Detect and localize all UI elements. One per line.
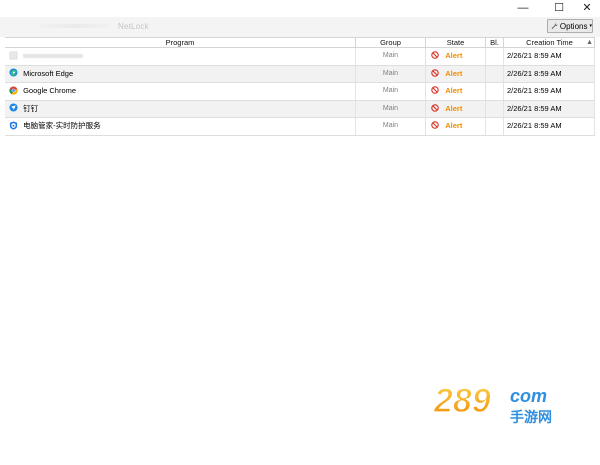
close-button[interactable]: ✕ — [572, 0, 600, 17]
program-cell: 电脑管家-实时防护服务 — [5, 118, 356, 135]
state-cell: Alert — [426, 65, 486, 82]
program-name: 电脑管家-实时防护服务 — [23, 121, 101, 130]
chrome-icon — [9, 86, 18, 95]
program-cell: Microsoft Edge — [5, 65, 356, 82]
block-icon — [431, 51, 439, 60]
state-cell: Alert — [426, 118, 486, 135]
table-row[interactable]: 钉钉 Main Alert 2/26/21 8:59 AM — [5, 100, 595, 118]
group-cell: Main — [356, 100, 426, 117]
title-bar: — ☐ ✕ — [0, 0, 600, 17]
column-header-state[interactable]: State — [426, 38, 486, 48]
state-cell: Alert — [426, 83, 486, 100]
creation-time-cell: 2/26/21 8:59 AM — [504, 48, 595, 65]
block-icon — [431, 103, 439, 112]
app-window: — ☐ ✕ NetLock Options ▾ Program Group St… — [0, 0, 600, 465]
table-row[interactable]: 电脑管家-实时防护服务 Main Alert 2/26/21 8:59 AM — [5, 118, 595, 136]
state-cell: Alert — [426, 100, 486, 117]
sort-ascending-icon: ▲ — [586, 39, 593, 46]
state-label: Alert — [445, 86, 463, 95]
watermark-subtext: 手游网 — [510, 409, 552, 426]
title-prefix-redacted — [40, 24, 110, 28]
group-cell: Main — [356, 118, 426, 135]
column-header-program[interactable]: Program — [5, 38, 356, 48]
minimize-button[interactable]: — — [508, 0, 538, 17]
program-name: Microsoft Edge — [23, 68, 74, 78]
program-name: Google Chrome — [23, 86, 77, 95]
generic-app-icon — [9, 51, 18, 60]
options-label: Options — [559, 21, 588, 31]
block-icon — [431, 121, 439, 130]
creation-time-cell: 2/26/21 8:59 AM — [504, 83, 595, 100]
program-name: 钉钉 — [23, 103, 39, 113]
bl-cell — [486, 83, 504, 100]
column-header-group[interactable]: Group — [356, 38, 426, 48]
site-watermark-logo: 289 com 手游网 — [432, 381, 552, 426]
program-cell: 钉钉 — [5, 100, 356, 117]
program-table: Program Group State Bl. Creation Time ▲ … — [5, 37, 595, 136]
block-icon — [431, 68, 439, 77]
state-cell: Alert — [426, 48, 486, 65]
program-cell — [5, 48, 356, 65]
table-row[interactable]: Google Chrome Main Alert 2/26/21 8:59 AM — [5, 83, 595, 101]
state-label: Alert — [445, 121, 463, 130]
edge-icon — [9, 68, 18, 77]
bl-cell — [486, 48, 504, 65]
group-cell: Main — [356, 48, 426, 65]
column-header-creation-time[interactable]: Creation Time ▲ — [504, 38, 595, 48]
watermark-number: 289 — [433, 382, 491, 420]
table-row[interactable]: Microsoft Edge Main Alert 2/26/21 8:59 A… — [5, 65, 595, 83]
wrench-icon — [551, 23, 558, 29]
window-title: NetLock — [118, 22, 149, 31]
block-icon — [431, 86, 439, 95]
bl-cell — [486, 118, 504, 135]
table-row[interactable]: Main Alert 2/26/21 8:59 AM — [5, 48, 595, 66]
group-cell: Main — [356, 65, 426, 82]
creation-time-cell: 2/26/21 8:59 AM — [504, 100, 595, 117]
state-label: Alert — [445, 68, 463, 78]
chevron-down-icon: ▾ — [589, 23, 592, 29]
options-button[interactable]: Options ▾ — [547, 19, 593, 33]
pc-manager-icon — [9, 121, 18, 130]
state-label: Alert — [445, 103, 463, 113]
maximize-button[interactable]: ☐ — [544, 0, 574, 17]
group-cell: Main — [356, 83, 426, 100]
state-label: Alert — [445, 51, 463, 60]
redacted-text-block — [23, 54, 84, 59]
creation-time-cell: 2/26/21 8:59 AM — [504, 118, 595, 135]
program-cell: Google Chrome — [5, 83, 356, 100]
dingtalk-icon — [9, 103, 18, 112]
bl-cell — [486, 65, 504, 82]
table-header: Program Group State Bl. Creation Time ▲ — [5, 37, 595, 48]
bl-cell — [486, 100, 504, 117]
creation-time-cell: 2/26/21 8:59 AM — [504, 65, 595, 82]
column-header-bl[interactable]: Bl. — [486, 38, 504, 48]
column-header-creation-time-label: Creation Time — [526, 38, 573, 47]
watermark-suffix: com — [510, 386, 547, 406]
